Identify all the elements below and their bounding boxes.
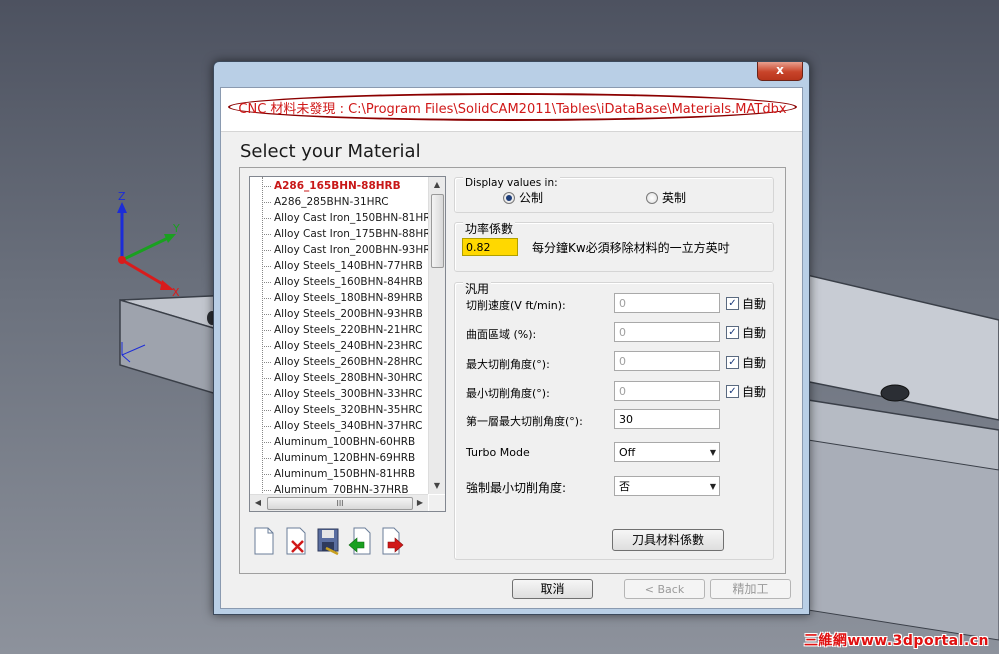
max-cut-angle-label: 最大切削角度(°): (466, 358, 550, 371)
power-factor-input[interactable]: 0.82 (462, 238, 518, 256)
scroll-down-icon[interactable]: ▼ (429, 478, 445, 494)
imperial-label: 英制 (662, 191, 687, 205)
material-list-item[interactable]: Aluminum_100BHN-60HRB (250, 434, 430, 450)
display-values-group: Display values in: 公制 英制 (454, 177, 774, 213)
horizontal-scroll-thumb[interactable]: III (267, 497, 413, 510)
force-min-angle-select[interactable]: 否 (614, 476, 720, 496)
min-cut-angle-input[interactable]: 0 (614, 381, 720, 401)
surface-area-label: 曲面區域 (%): (466, 328, 537, 341)
first-layer-angle-input[interactable]: 30 (614, 409, 720, 429)
export-icon[interactable] (380, 526, 404, 556)
scroll-left-icon[interactable]: ◀ (250, 495, 266, 511)
surface-area-auto-checkbox[interactable]: ✓ 自動 (726, 324, 766, 341)
cutting-speed-label: 切削速度(V ft/min): (466, 299, 566, 312)
checkbox-checked-icon: ✓ (726, 356, 739, 369)
material-list-item[interactable]: Alloy Steels_160BHN-84HRB (250, 274, 430, 290)
auto-label: 自動 (742, 297, 767, 311)
surface-area-input[interactable]: 0 (614, 322, 720, 342)
checkbox-checked-icon: ✓ (726, 326, 739, 339)
next-button[interactable]: 精加工 (710, 579, 791, 599)
material-list-item[interactable]: Alloy Steels_240BHN-23HRC (250, 338, 430, 354)
auto-label: 自動 (742, 385, 767, 399)
first-layer-angle-label: 第一層最大切削角度(°): (466, 415, 583, 428)
general-label: 汎用 (463, 280, 492, 297)
checkbox-checked-icon: ✓ (726, 385, 739, 398)
axis-y-label: Y (172, 222, 180, 235)
material-list-item[interactable]: Alloy Steels_260BHN-28HRC (250, 354, 430, 370)
material-list-item[interactable]: A286_165BHN-88HRB (250, 178, 430, 194)
horizontal-scrollbar[interactable]: ◀ III ▶ (250, 494, 428, 511)
axis-x-label: X (172, 286, 180, 299)
material-list-item[interactable]: Alloy Cast Iron_200BHN-93HRB (250, 242, 438, 258)
scroll-up-icon[interactable]: ▲ (429, 177, 445, 193)
auto-label: 自動 (742, 356, 767, 370)
import-icon[interactable] (348, 526, 372, 556)
min-cut-angle-label: 最小切削角度(°): (466, 387, 550, 400)
vertical-scrollbar[interactable]: ▲ ▼ (428, 177, 445, 494)
power-factor-description: 每分鐘Kw必須移除材料的一立方英吋 (532, 241, 730, 255)
auto-label: 自動 (742, 326, 767, 340)
material-list-item[interactable]: Alloy Steels_340BHN-37HRC (250, 418, 430, 434)
power-factor-label: 功率係數 (463, 220, 516, 237)
page-title: Select your Material (240, 141, 421, 162)
delete-document-icon[interactable] (284, 526, 308, 556)
material-list-item[interactable]: Alloy Steels_300BHN-33HRC (250, 386, 430, 402)
min-cut-angle-auto-checkbox[interactable]: ✓ 自動 (726, 383, 766, 400)
material-list-item[interactable]: Alloy Steels_200BHN-93HRB (250, 306, 430, 322)
vertical-scroll-thumb[interactable] (431, 194, 444, 268)
force-min-angle-label: 強制最小切削角度: (466, 481, 567, 495)
imperial-radio[interactable]: 英制 (646, 189, 686, 206)
material-list-item[interactable]: Alloy Steels_140BHN-77HRB (250, 258, 430, 274)
axis-z-label: Z (118, 190, 126, 203)
back-button[interactable]: < Back (624, 579, 705, 599)
max-cut-angle-auto-checkbox[interactable]: ✓ 自動 (726, 354, 766, 371)
material-list-item[interactable]: Alloy Steels_220BHN-21HRC (250, 322, 430, 338)
turbo-mode-label: Turbo Mode (466, 446, 530, 459)
metric-label: 公制 (519, 191, 544, 205)
material-list-item[interactable]: A286_285BHN-31HRC (250, 194, 430, 210)
material-tree[interactable]: A286_165BHN-88HRB A286_285BHN-31HRC Alloy … (249, 176, 446, 512)
save-icon[interactable] (316, 526, 340, 556)
tool-material-factor-button[interactable]: 刀具材料係數 (612, 529, 724, 551)
material-toolbar (252, 526, 404, 556)
cancel-button[interactable]: 取消 (512, 579, 593, 599)
watermark: 三維網www.3dportal.cn (803, 633, 989, 649)
material-list-item[interactable]: Aluminum_150BHN-81HRB (250, 466, 430, 482)
material-dialog: x CNC 材料未發現 : C:\Program Files\SolidCAM2… (213, 61, 810, 615)
radio-unselected-icon (646, 191, 658, 204)
turbo-mode-select[interactable]: Off (614, 442, 720, 462)
max-cut-angle-input[interactable]: 0 (614, 351, 720, 371)
material-list: A286_165BHN-88HRB A286_285BHN-31HRC Alloy … (250, 178, 438, 511)
material-list-item[interactable]: Aluminum_120BHN-69HRB (250, 450, 430, 466)
close-button[interactable]: x (757, 62, 803, 81)
material-list-item[interactable]: Alloy Steels_320BHN-35HRC (250, 402, 430, 418)
material-list-item[interactable]: Alloy Steels_280BHN-30HRC (250, 370, 430, 386)
content-panel: A286_165BHN-88HRB A286_285BHN-31HRC Alloy … (239, 167, 786, 574)
radio-selected-icon (503, 191, 515, 204)
material-list-item[interactable]: Alloy Cast Iron_175BHN-88HRB (250, 226, 438, 242)
display-values-label: Display values in: (463, 177, 560, 189)
metric-radio[interactable]: 公制 (503, 189, 543, 206)
cutting-speed-auto-checkbox[interactable]: ✓ 自動 (726, 295, 766, 312)
checkbox-checked-icon: ✓ (726, 297, 739, 310)
material-list-item[interactable]: Alloy Steels_180BHN-89HRB (250, 290, 430, 306)
general-group: 汎用 切削速度(V ft/min): 0 ✓ 自動 曲面區域 (%): 0 ✓ … (454, 280, 774, 560)
scroll-right-icon[interactable]: ▶ (412, 495, 428, 511)
new-document-icon[interactable] (252, 526, 276, 556)
header-band: CNC 材料未發現 : C:\Program Files\SolidCAM201… (221, 88, 802, 132)
power-factor-group: 功率係數 0.82 每分鐘Kw必須移除材料的一立方英吋 (454, 220, 774, 272)
material-list-item[interactable]: Alloy Cast Iron_150BHN-81HRB (250, 210, 438, 226)
error-message: CNC 材料未發現 : C:\Program Files\SolidCAM201… (228, 93, 797, 121)
axis-triad: Z Y X (117, 190, 180, 363)
cutting-speed-input[interactable]: 0 (614, 293, 720, 313)
scroll-corner (429, 495, 445, 511)
dialog-client-area: CNC 材料未發現 : C:\Program Files\SolidCAM201… (220, 87, 803, 609)
